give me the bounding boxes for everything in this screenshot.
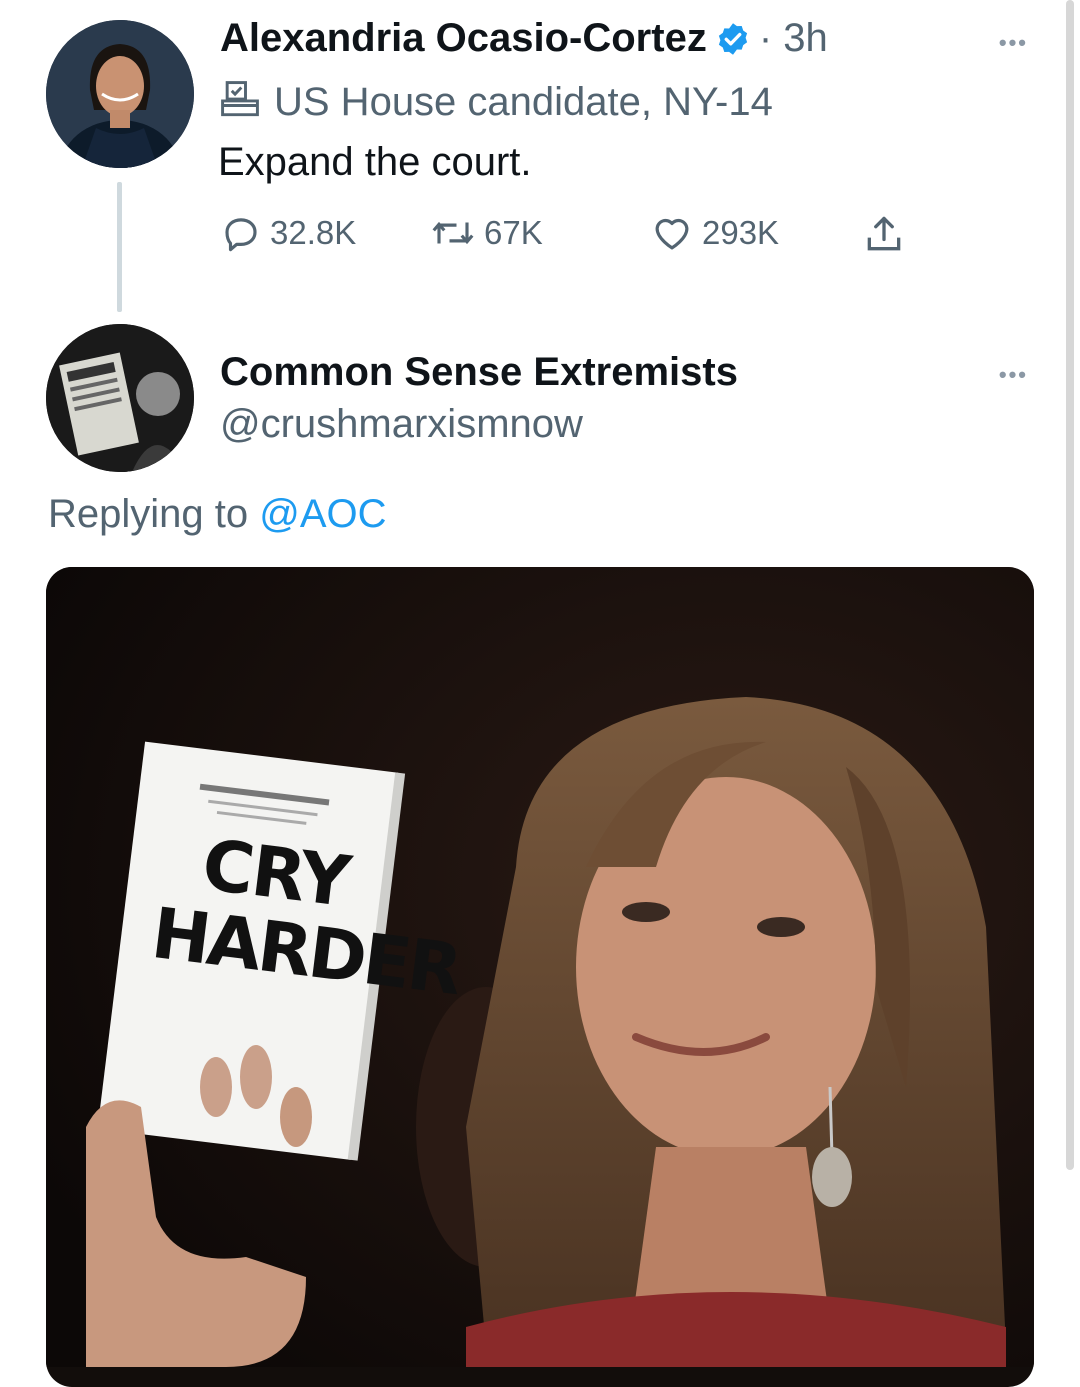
reply-more-icon[interactable]: •••: [999, 362, 1028, 388]
aoc-avatar[interactable]: [46, 20, 194, 168]
reply-author-name[interactable]: Common Sense Extremists: [220, 350, 738, 395]
tweet-more-icon[interactable]: •••: [999, 30, 1028, 56]
reply-count: 32.8K: [270, 214, 357, 251]
ballot-box-icon: [218, 78, 262, 127]
thread-connector: [117, 182, 122, 312]
share-icon: [862, 212, 906, 256]
retweet-button[interactable]: 67K: [430, 212, 543, 254]
replying-to-link[interactable]: @AOC: [259, 492, 386, 536]
like-icon: [650, 212, 694, 254]
reply-author-handle[interactable]: @crushmarxismnow: [220, 402, 583, 447]
reply-media-image[interactable]: CRY HARDER: [46, 567, 1034, 1387]
candidate-label: US House candidate, NY-14: [274, 80, 773, 124]
replying-to-line: Replying to @AOC: [48, 492, 387, 537]
verified-badge-icon: [715, 21, 751, 57]
replying-to-prefix: Replying to: [48, 492, 249, 536]
reply-button[interactable]: 32.8K: [220, 212, 356, 254]
like-count: 293K: [702, 214, 780, 251]
tweet-author-name[interactable]: Alexandria Ocasio-Cortez: [220, 16, 707, 61]
reply-author-avatar[interactable]: [46, 324, 194, 472]
tweet-timestamp[interactable]: · 3h: [759, 16, 828, 61]
aoc-avatar-image: [46, 20, 194, 168]
reply-avatar-image: [46, 324, 194, 472]
scrollbar[interactable]: [1066, 0, 1074, 1170]
tweet-text: Expand the court.: [218, 140, 532, 184]
like-button[interactable]: 293K: [650, 212, 779, 254]
reply-icon: [220, 212, 262, 254]
retweet-icon: [430, 212, 476, 254]
share-button[interactable]: [862, 212, 906, 256]
retweet-count: 67K: [484, 214, 543, 251]
book-text: CRY HARDER: [147, 824, 463, 1011]
